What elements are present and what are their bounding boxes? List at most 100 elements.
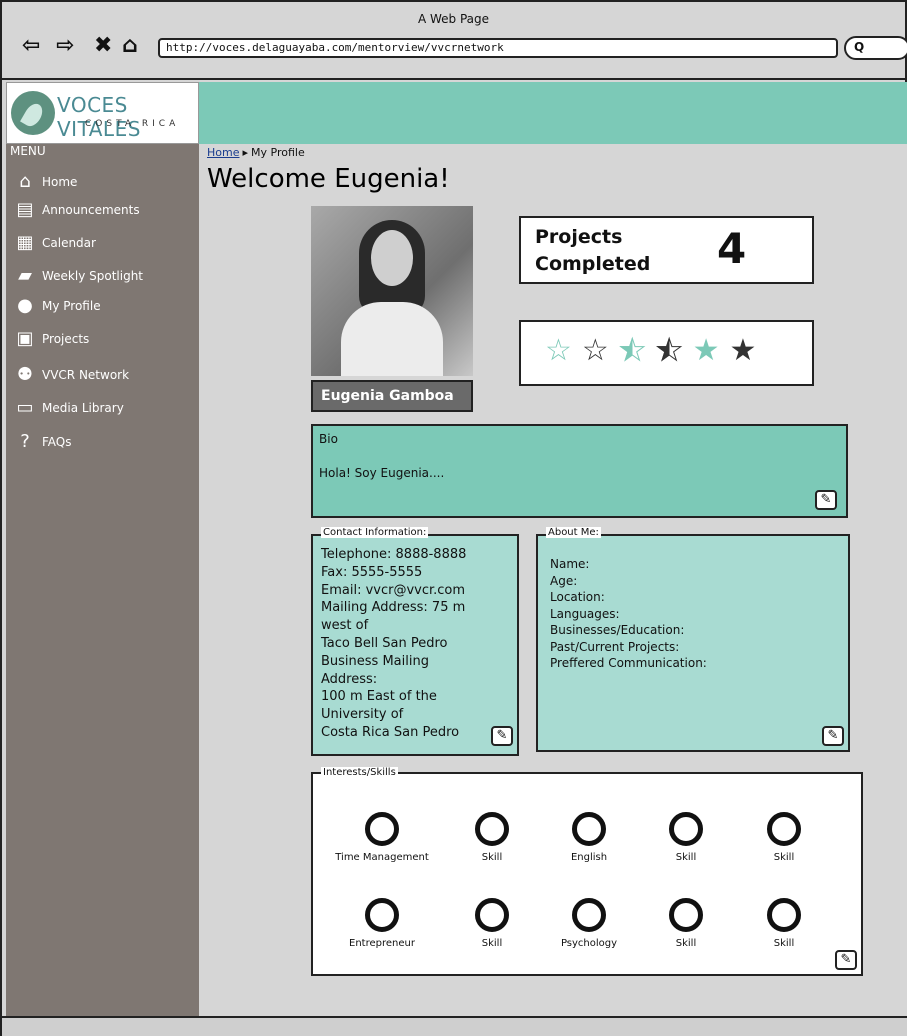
skill-item[interactable]: Skill bbox=[729, 812, 839, 863]
skill-item[interactable]: Entrepreneur bbox=[327, 898, 437, 949]
sidebar-item-projects[interactable]: ▣ Projects bbox=[14, 327, 89, 351]
profile-name: Eugenia Gamboa bbox=[311, 380, 473, 412]
skills-legend: Interests/Skills bbox=[321, 767, 398, 778]
skill-label: English bbox=[570, 852, 608, 863]
skill-circle-icon bbox=[767, 812, 801, 846]
person-icon: ● bbox=[17, 295, 33, 316]
back-arrow-icon[interactable]: ⇦ bbox=[22, 32, 40, 60]
skill-circle-icon bbox=[669, 898, 703, 932]
skill-circle-icon bbox=[669, 812, 703, 846]
about-line: Past/Current Projects: bbox=[550, 639, 680, 654]
star-rating[interactable]: ☆ ☆ ★ ★ ★ ★ bbox=[545, 333, 757, 368]
skill-item[interactable]: Skill bbox=[729, 898, 839, 949]
home-icon[interactable]: ⌂ bbox=[122, 32, 138, 60]
contact-line: Costa Rica San Pedro bbox=[321, 724, 460, 740]
skill-label: Skill bbox=[675, 852, 697, 863]
menu-title: MENU bbox=[10, 144, 46, 158]
skill-label: Skill bbox=[773, 852, 795, 863]
bio-panel: Bio Hola! Soy Eugenia.... ✎ bbox=[311, 424, 848, 518]
skill-item[interactable]: Skill bbox=[437, 812, 547, 863]
contact-line: Business Mailing bbox=[321, 653, 429, 669]
contact-line: Taco Bell San Pedro bbox=[321, 635, 448, 651]
about-legend: About Me: bbox=[546, 527, 601, 538]
sidebar-item-media-library[interactable]: ▭ Media Library bbox=[14, 396, 124, 420]
sidebar-item-label: Media Library bbox=[42, 401, 124, 415]
skill-item[interactable]: Psychology bbox=[534, 898, 644, 949]
projects-completed-count: 4 bbox=[717, 224, 747, 273]
about-details: Name: Age: Location: Languages: Businesses/E… bbox=[550, 556, 707, 672]
sidebar-item-label: My Profile bbox=[42, 299, 101, 313]
sidebar-item-calendar[interactable]: ▦ Calendar bbox=[14, 231, 96, 255]
contact-line: Email: vvcr@vvcr.com bbox=[321, 582, 466, 598]
about-line: Name: bbox=[550, 557, 590, 571]
star-filled-icon[interactable]: ★ bbox=[730, 334, 757, 368]
skill-circle-icon bbox=[475, 898, 509, 932]
rating-card: ☆ ☆ ★ ★ ★ ★ bbox=[519, 320, 814, 386]
sidebar-item-announcements[interactable]: ▤ Announcements bbox=[14, 198, 139, 222]
sidebar-item-label: Projects bbox=[42, 332, 90, 346]
logo[interactable]: VOCES VITALES COSTA RICA bbox=[6, 82, 199, 144]
breadcrumb-current: My Profile bbox=[251, 146, 305, 159]
people-icon: ⚉ bbox=[16, 364, 34, 385]
contact-line: Mailing Address: 75 m bbox=[321, 600, 466, 616]
about-me-panel: About Me: Name: Age: Location: Languages: Bu… bbox=[536, 527, 850, 752]
question-icon: ? bbox=[20, 431, 30, 452]
sidebar-item-weekly-spotlight[interactable]: ▰ Weekly Spotlight bbox=[14, 264, 143, 288]
edit-icon[interactable]: ✎ bbox=[815, 490, 837, 510]
sidebar-item-my-profile[interactable]: ● My Profile bbox=[14, 294, 101, 318]
star-half-icon[interactable]: ★ bbox=[618, 333, 646, 368]
bio-heading: Bio bbox=[319, 432, 338, 446]
skill-circle-icon bbox=[572, 812, 606, 846]
header-banner bbox=[199, 82, 907, 144]
star-outline-icon[interactable]: ☆ bbox=[582, 334, 609, 368]
skill-item[interactable]: Skill bbox=[631, 898, 741, 949]
star-filled-icon[interactable]: ★ bbox=[693, 334, 720, 368]
bio-text: Hola! Soy Eugenia.... bbox=[319, 466, 445, 480]
contact-line: University of bbox=[321, 707, 404, 723]
skill-item[interactable]: English bbox=[534, 812, 644, 863]
about-line: Age: bbox=[550, 573, 578, 588]
breadcrumb: Home ▸ My Profile bbox=[207, 146, 305, 159]
calendar-icon: ▦ bbox=[16, 232, 34, 253]
about-line: Languages: bbox=[550, 606, 620, 621]
skill-circle-icon bbox=[365, 812, 399, 846]
sidebar-item-label: Calendar bbox=[42, 236, 96, 250]
skill-item[interactable]: Skill bbox=[437, 898, 547, 949]
newspaper-icon: ▤ bbox=[16, 199, 34, 220]
skill-label: Entrepreneur bbox=[349, 938, 415, 949]
about-line: Businesses/Education: bbox=[550, 623, 685, 637]
logo-mark-icon bbox=[11, 91, 55, 135]
skill-label: Psychology bbox=[560, 938, 618, 949]
projects-completed-label: Projects Completed bbox=[535, 226, 651, 275]
forward-arrow-icon[interactable]: ⇨ bbox=[56, 32, 74, 60]
chevron-right-icon: ▸ bbox=[242, 146, 249, 159]
profile-photo bbox=[311, 206, 473, 376]
browser-window: A Web Page ⇦ ⇨ ✖ ⌂ http://voces.delaguay… bbox=[0, 0, 907, 1036]
sidebar-item-home[interactable]: ⌂ Home bbox=[14, 170, 77, 194]
search-field[interactable]: Q bbox=[844, 36, 907, 60]
sidebar-item-label: FAQs bbox=[42, 435, 72, 449]
skill-item[interactable]: Skill bbox=[631, 812, 741, 863]
browser-titlebar: A Web Page ⇦ ⇨ ✖ ⌂ http://voces.delaguay… bbox=[2, 2, 907, 80]
skill-item[interactable]: Time Management bbox=[327, 812, 437, 863]
address-bar[interactable]: http://voces.delaguayaba.com/mentorview/… bbox=[158, 38, 838, 58]
breadcrumb-home-link[interactable]: Home bbox=[207, 146, 239, 159]
sidebar-item-faqs[interactable]: ? FAQs bbox=[14, 430, 72, 454]
contact-legend: Contact Information: bbox=[321, 527, 429, 538]
edit-icon[interactable]: ✎ bbox=[835, 950, 857, 970]
browser-status-bar bbox=[2, 1016, 907, 1036]
star-outline-icon[interactable]: ☆ bbox=[545, 334, 572, 368]
logo-text: VOCES VITALES bbox=[57, 93, 141, 141]
projects-completed-card: Projects Completed 4 bbox=[519, 216, 814, 284]
sidebar-item-vvcr-network[interactable]: ⚉ VVCR Network bbox=[14, 363, 129, 387]
star-half-icon[interactable]: ★ bbox=[655, 333, 683, 368]
edit-icon[interactable]: ✎ bbox=[491, 726, 513, 746]
skill-label: Skill bbox=[675, 938, 697, 949]
skill-circle-icon bbox=[475, 812, 509, 846]
skill-label: Time Management bbox=[335, 852, 429, 863]
main-content: Home ▸ My Profile Welcome Eugenia! Eugenia… bbox=[199, 144, 907, 1016]
logo-subtext: COSTA RICA bbox=[85, 119, 180, 129]
edit-icon[interactable]: ✎ bbox=[822, 726, 844, 746]
close-icon[interactable]: ✖ bbox=[94, 32, 112, 60]
about-line: Location: bbox=[550, 590, 605, 604]
